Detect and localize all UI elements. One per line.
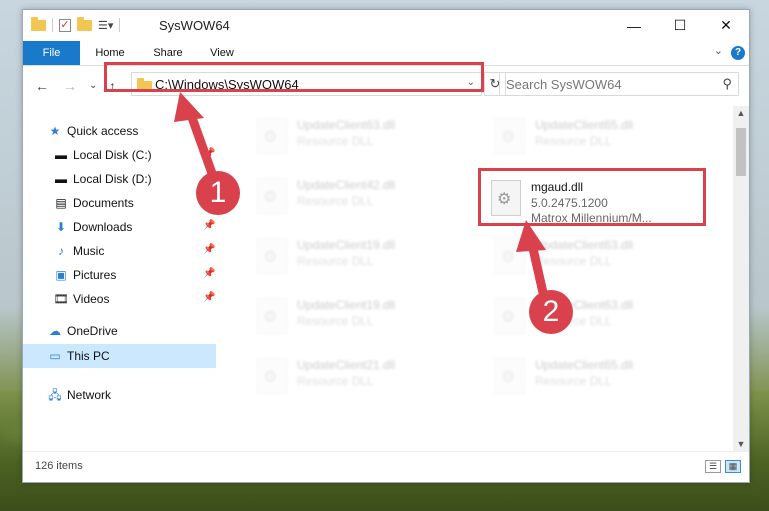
sidebar-item-local-disk-c[interactable]: ▬ Local Disk (C:) xyxy=(53,144,152,166)
dll-file-icon xyxy=(257,238,287,274)
dll-file-icon xyxy=(495,358,525,394)
help-icon[interactable]: ? xyxy=(731,46,745,60)
dll-file-icon xyxy=(495,238,525,274)
forward-arrow-icon[interactable]: → xyxy=(63,78,77,94)
list-item[interactable]: UpdateClient19.dll Resource DLL xyxy=(247,292,477,342)
status-bar: 126 items ☰ ▦ xyxy=(23,451,749,482)
scroll-down-icon[interactable]: ▼ xyxy=(733,439,749,449)
step-badge-1: 1 xyxy=(196,171,240,215)
minimize-button[interactable]: — xyxy=(611,10,657,41)
pin-icon[interactable]: 📌 xyxy=(203,220,215,231)
dll-file-icon xyxy=(257,118,287,154)
documents-icon: ▤ xyxy=(55,196,67,210)
customize-toolbar-icon[interactable]: ☰▾ xyxy=(98,19,113,32)
item-count: 126 items xyxy=(35,460,83,472)
tab-file[interactable]: File xyxy=(23,41,80,65)
dll-file-icon xyxy=(257,298,287,334)
back-arrow-icon[interactable]: ← xyxy=(35,78,49,94)
list-item[interactable]: UpdateClient63.dll Resource DLL xyxy=(247,112,477,162)
properties-icon[interactable]: ✓ xyxy=(59,18,71,32)
details-view-icon[interactable]: ☰ xyxy=(705,460,721,473)
network-icon: 🖧 xyxy=(48,388,62,402)
star-icon: ★ xyxy=(49,124,61,138)
download-icon: ⬇ xyxy=(55,220,67,234)
maximize-button[interactable]: ☐ xyxy=(657,10,703,41)
pin-icon[interactable]: 📌 xyxy=(203,244,215,255)
sidebar-item-downloads[interactable]: ⬇ Downloads xyxy=(53,216,132,238)
sidebar-item-videos[interactable]: 🎞 Videos xyxy=(53,288,109,310)
video-icon: 🎞 xyxy=(53,292,69,306)
scroll-up-icon[interactable]: ▲ xyxy=(733,108,749,118)
sidebar-item-documents[interactable]: ▤ Documents xyxy=(53,192,133,214)
vertical-scrollbar[interactable]: ▲ ▼ xyxy=(733,106,749,451)
drive-icon: ▬ xyxy=(55,172,67,186)
file-highlight-box xyxy=(478,168,706,226)
folder-icon xyxy=(31,16,46,31)
divider xyxy=(119,18,121,32)
list-item[interactable]: UpdateClient42.dll Resource DLL xyxy=(247,172,477,222)
close-button[interactable]: ✕ xyxy=(703,10,749,41)
list-item[interactable]: UpdateClient65.dll Resource DLL xyxy=(485,112,715,162)
recent-locations-icon[interactable]: ⌄ xyxy=(89,80,97,91)
file-list: UpdateClient63.dll Resource DLL UpdateCl… xyxy=(233,106,735,451)
list-item[interactable]: UpdateClient65.dll Resource DLL xyxy=(485,352,715,402)
search-icon: ⚲ xyxy=(722,76,732,91)
search-placeholder: Search SysWOW64 xyxy=(506,77,622,92)
tiles-view-icon[interactable]: ▦ xyxy=(725,460,741,473)
list-item[interactable]: UpdateClient63.dll Resource DLL xyxy=(485,232,715,282)
title-bar: ✓ ☰▾ SysWOW64 — ☐ ✕ xyxy=(23,10,749,41)
address-highlight-box xyxy=(104,62,484,92)
pictures-icon: ▣ xyxy=(55,268,67,282)
sidebar-item-pictures[interactable]: ▣ Pictures xyxy=(53,264,116,286)
dll-file-icon xyxy=(495,118,525,154)
computer-icon: ▭ xyxy=(49,349,61,363)
view-switcher: ☰ ▦ xyxy=(705,460,741,473)
chevron-down-icon[interactable]: ⌄ xyxy=(714,44,723,57)
step-badge-2: 2 xyxy=(529,290,573,334)
pin-icon[interactable]: 📌 xyxy=(203,292,215,303)
sidebar-item-music[interactable]: ♪ Music xyxy=(53,240,104,262)
sidebar-item-onedrive[interactable]: ☁ OneDrive xyxy=(47,320,118,342)
sidebar-item-network[interactable]: 🖧 Network xyxy=(47,384,111,406)
dll-file-icon xyxy=(495,298,525,334)
dll-file-icon xyxy=(257,358,287,394)
sidebar-item-this-pc[interactable]: ▭ This PC xyxy=(47,345,109,367)
pin-icon[interactable]: 📌 xyxy=(203,268,215,279)
quick-access-toolbar: ✓ ☰▾ xyxy=(31,16,121,32)
sidebar-item-quick-access[interactable]: ★ Quick access xyxy=(47,120,139,142)
divider xyxy=(52,18,53,32)
list-item[interactable]: UpdateClient21.dll Resource DLL xyxy=(247,352,477,402)
sidebar-item-local-disk-d[interactable]: ▬ Local Disk (D:) xyxy=(53,168,152,190)
window-title: SysWOW64 xyxy=(159,18,230,33)
dll-file-icon xyxy=(257,178,287,214)
scrollbar-thumb[interactable] xyxy=(736,128,746,176)
search-input[interactable]: Search SysWOW64 ⚲ xyxy=(499,72,739,96)
drive-icon: ▬ xyxy=(55,148,67,162)
list-item[interactable]: UpdateClient19.dll Resource DLL xyxy=(247,232,477,282)
new-folder-icon[interactable] xyxy=(77,16,92,31)
music-icon: ♪ xyxy=(58,244,64,258)
navigation-pane: ★ Quick access ▬ Local Disk (C:) 📌 ▬ Local … xyxy=(23,106,217,450)
pin-icon[interactable]: 📌 xyxy=(203,148,215,159)
list-item[interactable]: UpdateClient63.dll Resource DLL xyxy=(485,292,715,342)
window-controls: — ☐ ✕ xyxy=(611,10,749,41)
cloud-icon: ☁ xyxy=(49,324,61,338)
